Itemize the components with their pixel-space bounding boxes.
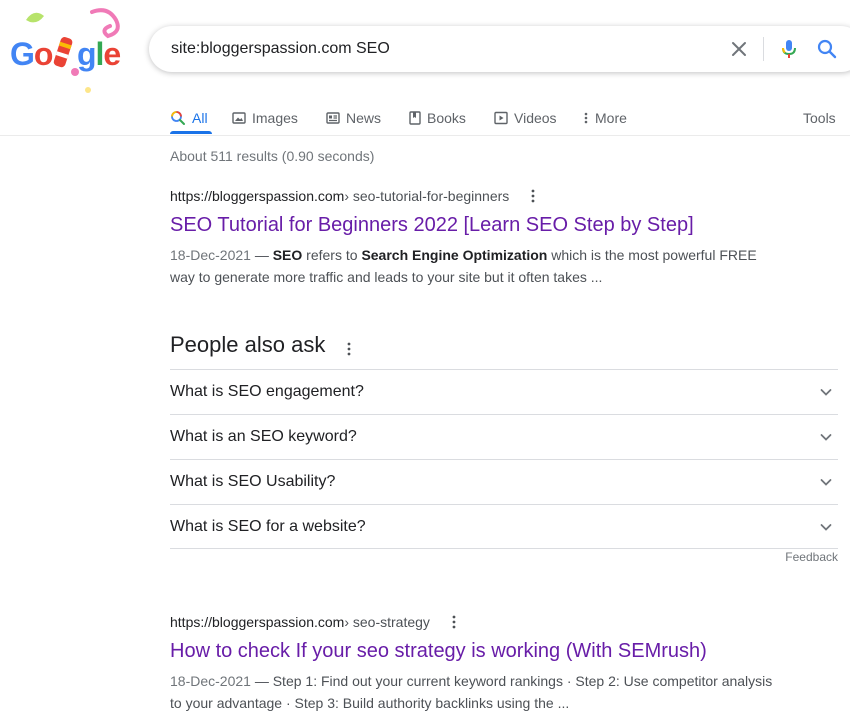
search-result: https://bloggerspassion.com › seo-strate… xyxy=(170,612,790,714)
more-options-icon[interactable] xyxy=(341,337,357,356)
result-date: 18-Dec-2021 xyxy=(170,673,251,689)
tab-images[interactable]: Images xyxy=(232,102,298,134)
search-result: https://bloggerspassion.com › seo-tutori… xyxy=(170,186,790,288)
result-path: › seo-tutorial-for-beginners xyxy=(344,188,510,204)
date-separator: — xyxy=(250,673,273,689)
google-doodle-logo[interactable]: Google xyxy=(4,6,132,96)
tab-label: More xyxy=(595,110,627,126)
chevron-down-icon xyxy=(820,434,832,441)
tab-more[interactable]: More xyxy=(583,102,627,134)
paa-question[interactable]: What is SEO engagement? xyxy=(170,369,838,414)
book-icon xyxy=(409,111,421,125)
breadcrumb[interactable]: https://bloggerspassion.com › seo-strate… xyxy=(170,612,790,632)
result-title-link[interactable]: How to check If your seo strategy is wor… xyxy=(170,638,790,664)
microphone-icon[interactable] xyxy=(777,37,801,61)
more-options-icon[interactable] xyxy=(525,188,541,204)
paa-question-text: What is an SEO keyword? xyxy=(170,428,357,445)
image-icon xyxy=(232,112,246,124)
tab-label: Books xyxy=(427,110,466,126)
result-site: https://bloggerspassion.com xyxy=(170,614,345,630)
people-also-ask-heading: People also ask xyxy=(170,332,357,358)
search-input[interactable] xyxy=(171,26,691,72)
feedback-link[interactable]: Feedback xyxy=(785,550,838,564)
search-tabs: All Images News Books Videos More Tools xyxy=(0,96,850,136)
tab-news[interactable]: News xyxy=(326,102,381,134)
paa-title: People also ask xyxy=(170,332,326,357)
paa-question[interactable]: What is an SEO keyword? xyxy=(170,414,838,459)
search-divider xyxy=(763,37,764,61)
tab-label: Videos xyxy=(514,110,557,126)
snippet-text: refers to xyxy=(302,247,362,263)
logo-text: Google xyxy=(10,36,121,72)
tab-videos[interactable]: Videos xyxy=(494,102,557,134)
result-path: › seo-strategy xyxy=(344,614,430,630)
breadcrumb[interactable]: https://bloggerspassion.com › seo-tutori… xyxy=(170,186,790,206)
tab-books[interactable]: Books xyxy=(409,102,466,134)
tab-label: Images xyxy=(252,110,298,126)
tools-button[interactable]: Tools xyxy=(803,102,836,134)
search-icon xyxy=(171,111,185,125)
paa-question[interactable]: What is SEO for a website? xyxy=(170,504,838,549)
tab-label: All xyxy=(192,110,208,126)
tools-label: Tools xyxy=(803,110,836,126)
chevron-down-icon xyxy=(820,389,832,396)
result-title-link[interactable]: SEO Tutorial for Beginners 2022 [Learn S… xyxy=(170,212,790,238)
result-site: https://bloggerspassion.com xyxy=(170,188,345,204)
tab-all[interactable]: All xyxy=(170,102,208,134)
snippet-bold: Search Engine Optimization xyxy=(361,247,548,263)
paa-question-text: What is SEO Usability? xyxy=(170,473,336,490)
paa-question-text: What is SEO for a website? xyxy=(170,517,366,535)
snippet-bold: SEO xyxy=(272,247,303,263)
more-options-icon[interactable] xyxy=(446,614,462,630)
paa-question-text: What is SEO engagement? xyxy=(170,383,364,400)
clear-icon[interactable] xyxy=(727,37,751,61)
date-separator: — xyxy=(250,247,273,263)
people-also-ask-list: What is SEO engagement? What is an SEO k… xyxy=(170,369,838,549)
video-icon xyxy=(494,111,508,125)
search-box xyxy=(149,26,850,72)
chevron-down-icon xyxy=(820,479,832,486)
result-stats: About 511 results (0.90 seconds) xyxy=(170,148,375,164)
result-snippet: 18-Dec-2021 — SEO refers to Search Engin… xyxy=(170,244,780,288)
result-snippet: 18-Dec-2021 — Step 1: Find out your curr… xyxy=(170,670,780,714)
paa-question[interactable]: What is SEO Usability? xyxy=(170,459,838,504)
news-icon xyxy=(326,112,340,124)
active-tab-indicator xyxy=(170,131,212,134)
search-icon[interactable] xyxy=(815,37,839,61)
chevron-down-icon xyxy=(820,523,832,531)
result-date: 18-Dec-2021 xyxy=(170,247,251,263)
more-vert-icon xyxy=(584,112,588,124)
tab-label: News xyxy=(346,110,382,126)
